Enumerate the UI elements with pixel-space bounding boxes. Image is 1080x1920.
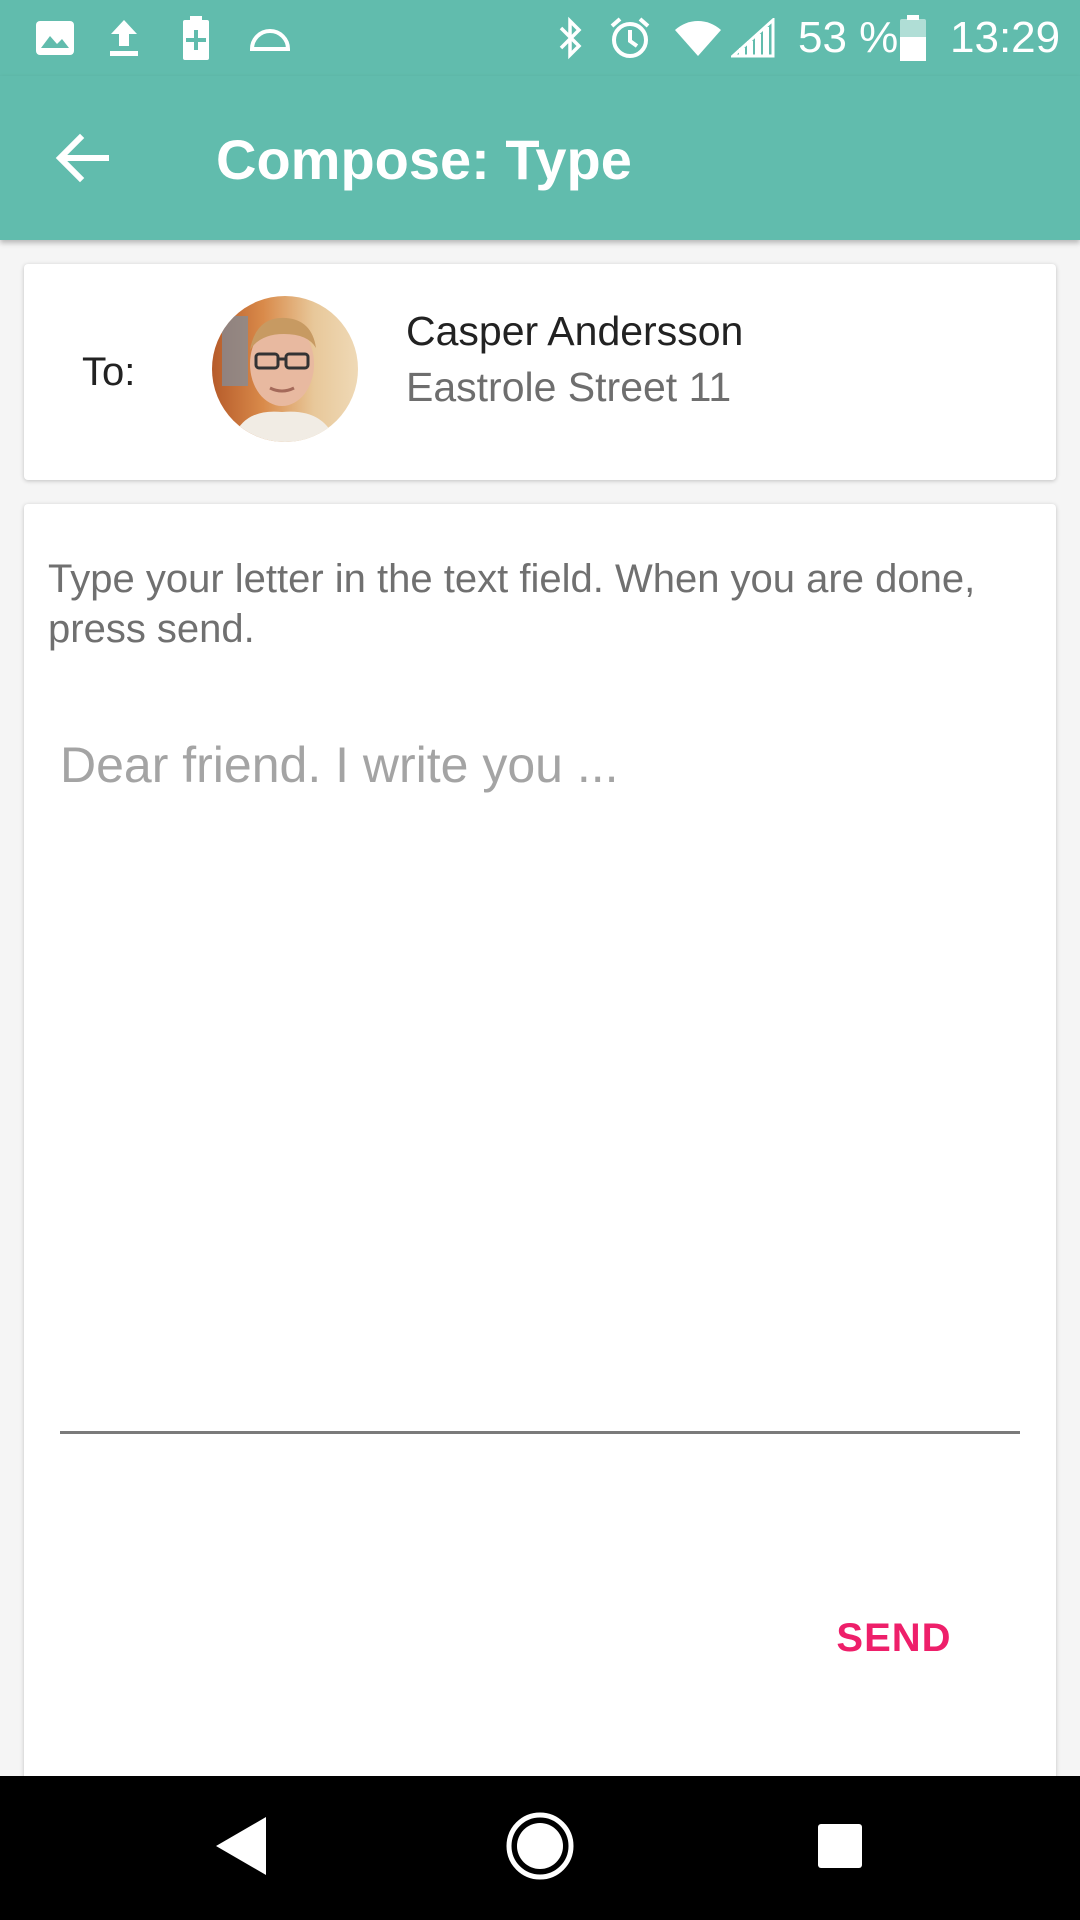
avatar [212, 296, 358, 442]
contact-name: Casper Andersson [406, 308, 744, 354]
clock: 13:29 [950, 13, 1061, 62]
nav-home-button[interactable] [490, 1798, 590, 1898]
nav-recents-icon [816, 1822, 864, 1875]
contact-address: Eastrole Street 11 [406, 364, 732, 410]
battery-plus-icon [178, 16, 214, 60]
battery-percentage: 53 % [798, 13, 899, 62]
send-button[interactable]: SEND [794, 1598, 994, 1678]
navigation-bar [0, 1776, 1080, 1920]
nav-back-icon [212, 1815, 268, 1882]
recipient-card: To: Casper Andersson Eastrole Street 11 [24, 264, 1056, 480]
alarm-icon [606, 16, 654, 60]
letter-card: Type your letter in the text field. When… [24, 504, 1056, 1920]
upload-icon [104, 16, 144, 60]
page-title: Compose: Type [216, 128, 632, 191]
back-button[interactable] [40, 118, 124, 202]
app-bar: Compose: Type [0, 76, 1080, 240]
nav-back-button[interactable] [190, 1798, 290, 1898]
wifi-icon [672, 16, 724, 60]
arrow-back-icon [54, 133, 110, 188]
letter-input[interactable] [60, 734, 1020, 1434]
nav-home-icon [505, 1811, 575, 1886]
status-bar: 53 % 13:29 [0, 0, 1080, 76]
battery-icon [898, 15, 928, 61]
signal-icon [730, 16, 776, 60]
to-label: To: [82, 350, 136, 394]
dome-icon [246, 16, 294, 60]
nav-recents-button[interactable] [790, 1798, 890, 1898]
bluetooth-icon [552, 16, 588, 60]
image-icon [34, 16, 76, 60]
recipient-contact[interactable]: Casper Andersson Eastrole Street 11 [190, 274, 1050, 470]
instructions-text: Type your letter in the text field. When… [48, 557, 976, 651]
